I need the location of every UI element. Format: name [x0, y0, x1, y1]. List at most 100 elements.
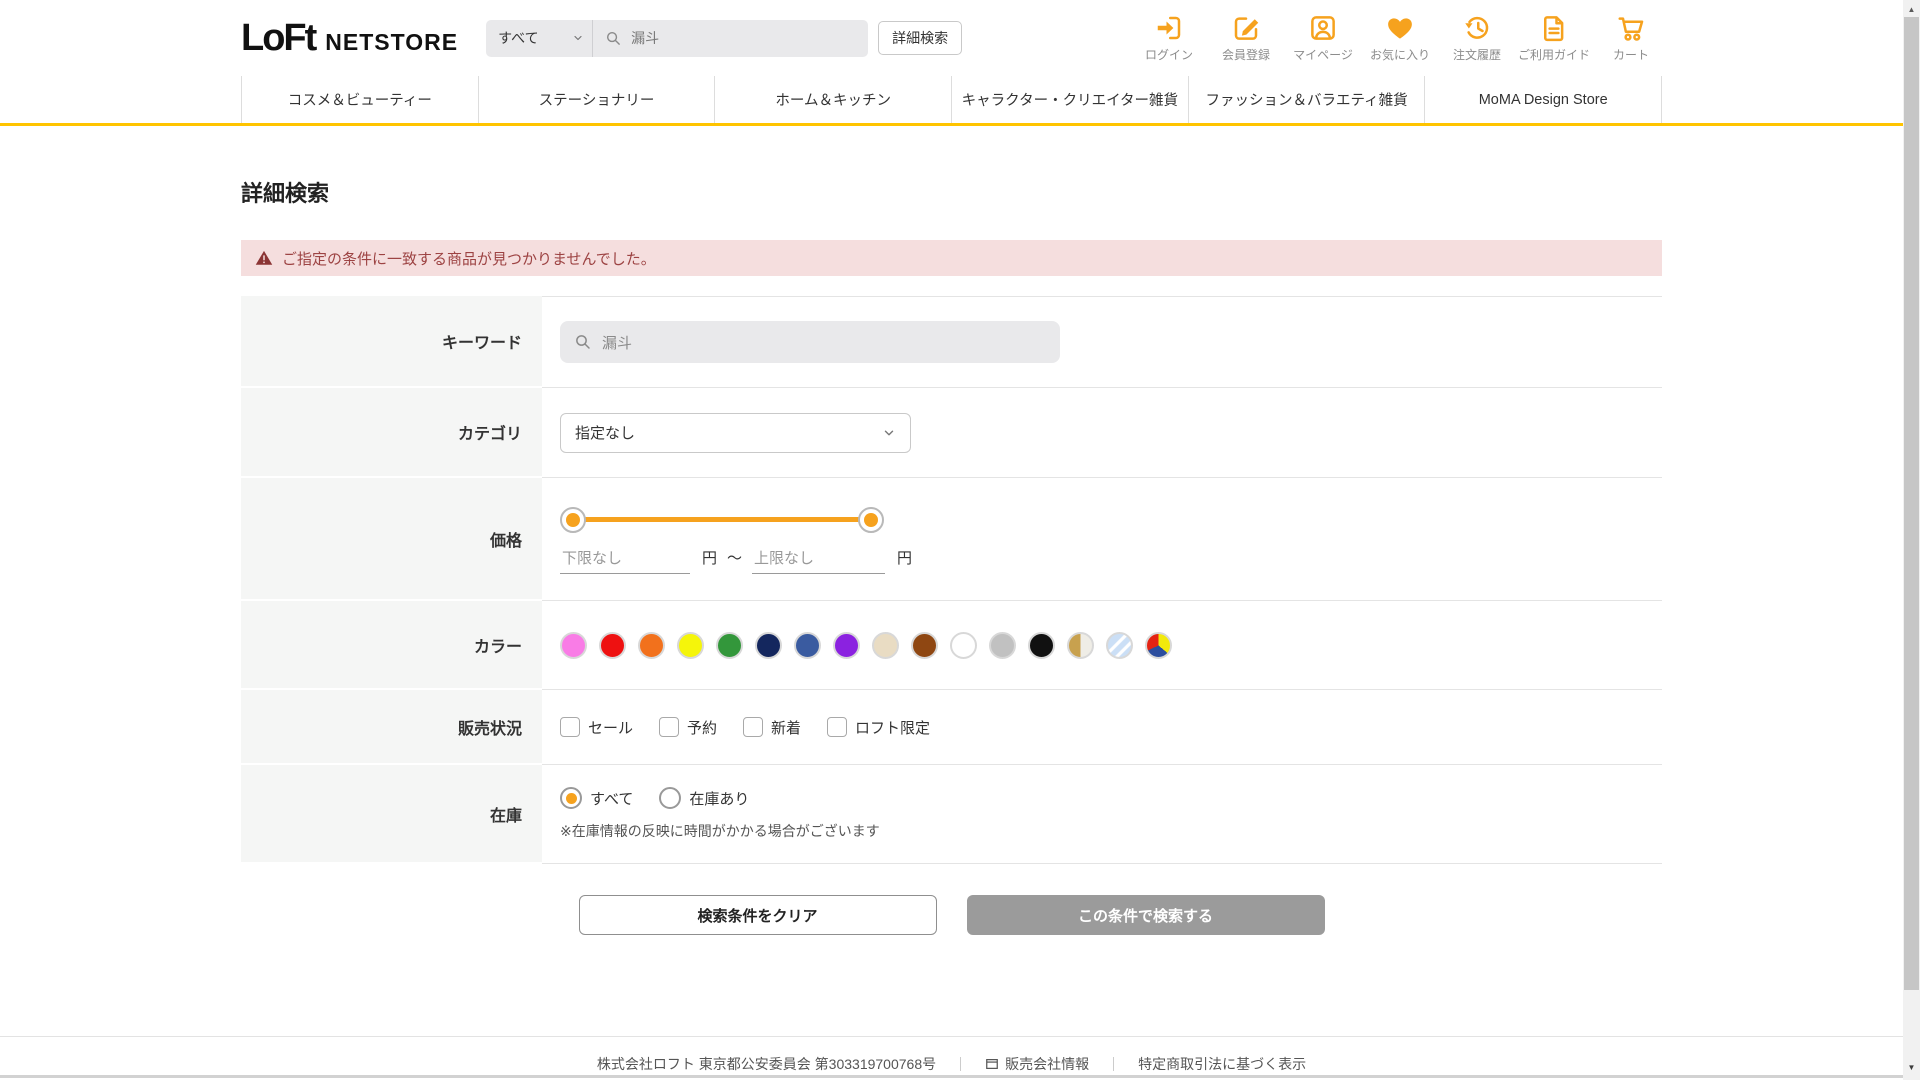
register-label: 会員登録	[1221, 48, 1270, 62]
nav-item-character-goods[interactable]: キャラクター・クリエイター雑貨	[951, 76, 1188, 123]
nav-item-home-kitchen[interactable]: ホーム＆キッチン	[714, 76, 951, 123]
page-title: 詳細検索	[241, 181, 330, 206]
radio-stock-all-circle	[560, 787, 582, 809]
stock-options: すべて 在庫あり	[560, 787, 1662, 809]
mypage-link[interactable]: マイページ	[1292, 13, 1354, 63]
color-label: カラー	[241, 601, 542, 690]
vertical-scrollbar[interactable]: ▲ ▼	[1903, 0, 1920, 1080]
header-search-category-select[interactable]: すべて	[486, 19, 594, 57]
window-icon	[986, 1059, 998, 1069]
mypage-label: マイページ	[1293, 48, 1353, 62]
alert-text: ご指定の条件に一致する商品が見つかりませんでした。	[282, 250, 656, 268]
header-search-input[interactable]: 漏斗	[593, 20, 868, 57]
price-label: 価格	[241, 478, 542, 601]
search-icon	[576, 335, 590, 349]
login-label: ログイン	[1144, 48, 1193, 62]
price-slider-max-handle[interactable]	[858, 506, 884, 533]
scrollbar-up-arrow[interactable]: ▲	[1903, 2, 1920, 16]
color-swatch-pink[interactable]	[560, 631, 587, 659]
category-select[interactable]: 指定なし	[560, 412, 911, 453]
color-swatch-blue[interactable]	[794, 631, 821, 659]
checkbox-preorder-label: 予約	[687, 719, 718, 737]
header: LoFt NETSTORE すべて 漏斗 詳細検索 ログイン 会員登録 マイペー…	[241, 0, 1662, 76]
scrollbar-thumb[interactable]	[1904, 17, 1919, 990]
order-history-icon	[1465, 16, 1489, 39]
keyword-input[interactable]: 漏斗	[560, 321, 1060, 363]
color-swatch-gray[interactable]	[989, 631, 1016, 659]
cart-link[interactable]: カート	[1600, 13, 1662, 63]
color-swatch-gold-silver[interactable]	[1067, 631, 1094, 659]
footer-link-tokusho[interactable]: 特定商取引法に基づく表示	[1138, 1054, 1306, 1074]
nav-item-cosmetics[interactable]: コスメ＆ビューティー	[241, 76, 478, 123]
clear-conditions-button[interactable]: 検索条件をクリア	[578, 895, 937, 935]
footer: 株式会社ロフト 東京都公安委員会 第303319700768号 販売会社情報 特…	[0, 1036, 1903, 1074]
footer-link-seller-info-label: 販売会社情報	[1005, 1056, 1090, 1072]
order-history-label: 注文履歴	[1452, 48, 1501, 62]
color-swatch-green[interactable]	[716, 631, 743, 659]
keyword-label: キーワード	[241, 296, 542, 388]
radio-stock-instock-circle	[659, 787, 682, 809]
color-swatch-red[interactable]	[599, 631, 626, 659]
sales-status-label: 販売状況	[241, 690, 542, 765]
nav-item-fashion-variety[interactable]: ファッション＆バラエティ雑貨	[1187, 76, 1425, 123]
color-swatch-purple[interactable]	[833, 631, 860, 659]
no-results-alert: ご指定の条件に一致する商品が見つかりませんでした。	[241, 240, 1662, 276]
price-range-slider	[560, 506, 884, 533]
loft-logo[interactable]: LoFt NETSTORE	[241, 19, 458, 57]
checkbox-loft-exclusive[interactable]: ロフト限定	[827, 717, 930, 738]
price-max-input[interactable]: 上限なし	[752, 547, 886, 574]
color-swatch-navy[interactable]	[755, 631, 782, 659]
price-max-unit: 円	[897, 549, 913, 567]
radio-stock-instock-label: 在庫あり	[689, 790, 750, 808]
order-history-link[interactable]: 注文履歴	[1446, 13, 1508, 63]
checkbox-loft-exclusive-box	[827, 717, 848, 737]
price-min-input[interactable]: 下限なし	[560, 547, 690, 574]
color-swatch-multicolor[interactable]	[1145, 631, 1172, 659]
checkbox-sale[interactable]: セール	[560, 717, 633, 738]
price-min-unit: 円	[702, 549, 718, 567]
radio-stock-all-label: すべて	[590, 790, 634, 808]
color-swatch-black[interactable]	[1028, 631, 1055, 659]
price-separator: ～	[727, 549, 743, 567]
stock-row: 在庫 すべて 在庫あり ※在庫情報の反映に時間がかかる場合がございます	[241, 765, 1662, 864]
category-label: カテゴリ	[241, 388, 542, 478]
search-submit-button[interactable]: この条件で検索する	[966, 895, 1325, 935]
login-link[interactable]: ログイン	[1138, 13, 1200, 63]
chevron-down-icon	[574, 35, 582, 41]
checkbox-new[interactable]: 新着	[743, 717, 801, 738]
radio-stock-instock[interactable]: 在庫あり	[659, 787, 749, 809]
logo-loft-text: LoFt	[241, 17, 317, 59]
color-row: カラー	[241, 601, 1662, 690]
advanced-search-button[interactable]: 詳細検索	[878, 21, 963, 55]
stock-note: ※在庫情報の反映に時間がかかる場合がございます	[560, 823, 880, 839]
color-swatch-brown[interactable]	[911, 631, 938, 659]
search-icon	[607, 31, 620, 45]
form-actions: 検索条件をクリア この条件で検索する	[241, 895, 1662, 935]
header-search-value: 漏斗	[631, 30, 660, 46]
checkbox-new-box	[743, 717, 764, 737]
color-swatch-orange[interactable]	[638, 631, 665, 659]
mypage-icon	[1311, 16, 1335, 40]
nav-item-stationery[interactable]: ステーショナリー	[477, 76, 715, 123]
register-link[interactable]: 会員登録	[1215, 13, 1277, 63]
footer-link-seller-info[interactable]: 販売会社情報	[985, 1054, 1089, 1074]
price-slider-min-handle[interactable]	[560, 506, 586, 533]
main-nav: コスメ＆ビューティー ステーショナリー ホーム＆キッチン キャラクター・クリエイ…	[0, 76, 1903, 126]
radio-stock-all[interactable]: すべて	[560, 787, 633, 809]
checkbox-preorder[interactable]: 予約	[659, 717, 717, 738]
color-swatch-yellow[interactable]	[677, 631, 704, 659]
favorites-link[interactable]: お気に入り	[1369, 13, 1431, 63]
nav-item-moma[interactable]: MoMA Design Store	[1424, 76, 1663, 123]
color-swatch-clear[interactable]	[1106, 631, 1133, 659]
category-value: 指定なし	[575, 425, 636, 442]
price-row: 価格 下限なし 円 ～ 上限なし 円	[241, 478, 1662, 601]
sales-status-options: セール 予約 新着 ロフト限定	[560, 717, 1662, 738]
guide-link[interactable]: ご利用ガイド	[1518, 13, 1590, 63]
main-content: 詳細検索 ご指定の条件に一致する商品が見つかりませんでした。 キーワード 漏斗 …	[241, 176, 1662, 935]
scrollbar-down-arrow[interactable]: ▼	[1903, 1060, 1920, 1074]
color-swatch-beige[interactable]	[872, 631, 899, 659]
category-row: カテゴリ 指定なし	[241, 388, 1662, 478]
header-search-category-value: すべて	[498, 30, 539, 46]
checkbox-preorder-box	[659, 717, 680, 737]
color-swatch-white[interactable]	[950, 631, 977, 659]
